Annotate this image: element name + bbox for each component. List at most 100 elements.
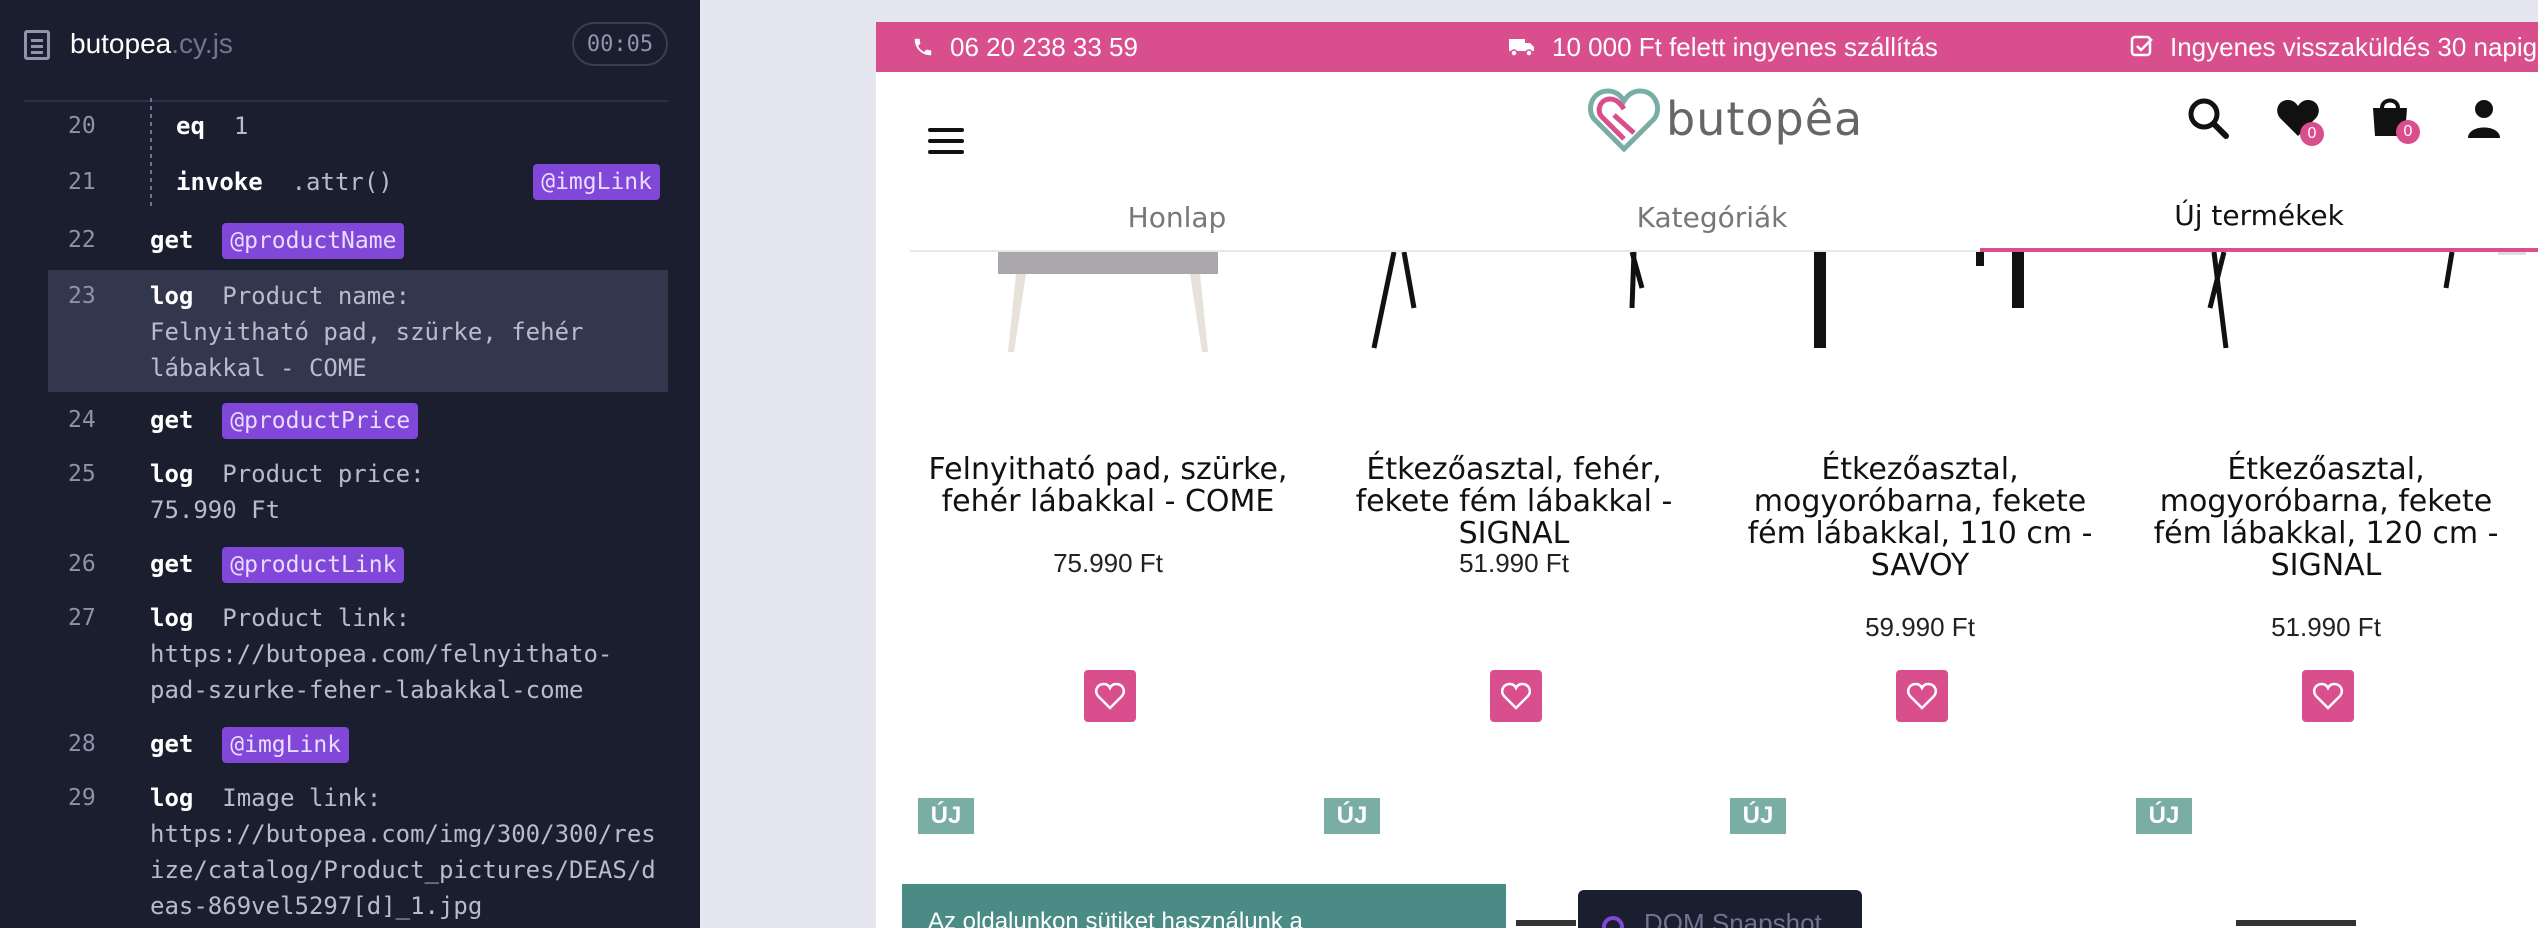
- command-name: get: [150, 226, 194, 254]
- product-title[interactable]: Felnyitható pad, szürke, fehér lábakkal …: [918, 454, 1298, 518]
- command-name: eq: [176, 112, 205, 140]
- nested-guide-line: [150, 154, 152, 210]
- product-title[interactable]: Étkezőasztal, mogyoróbarna, fekete fém l…: [2136, 454, 2516, 582]
- runner-header: butopea.cy.js 00:05: [0, 0, 700, 90]
- command-name: log: [150, 784, 194, 812]
- command-name: get: [150, 406, 194, 434]
- command-message: Product link: https://butopea.com/felnyi…: [150, 604, 613, 704]
- alias-badge: @imgLink: [533, 164, 660, 200]
- command-row[interactable]: 20 eq 1: [48, 98, 668, 154]
- command-row[interactable]: 27 log Product link: https://butopea.com…: [48, 600, 668, 708]
- heart-outline-icon: [1095, 682, 1125, 710]
- shipping-info: 10 000 Ft felett ingyenes szállítás: [1508, 22, 1938, 72]
- logo-heart-icon: [1588, 88, 1660, 153]
- truck-icon: [1509, 39, 1534, 57]
- command-row[interactable]: 22 get @productName: [48, 222, 668, 259]
- cart-button[interactable]: 0: [2370, 94, 2420, 148]
- spec-extension-text: .cy.js: [171, 28, 233, 59]
- add-to-wishlist-button[interactable]: [1490, 670, 1542, 722]
- cart-count-badge: 0: [2396, 120, 2420, 144]
- alias-badge: @productName: [222, 223, 405, 259]
- heart-outline-icon: [1501, 682, 1531, 710]
- command-name: get: [150, 730, 194, 758]
- command-message: 1: [233, 112, 249, 140]
- header-divider: [24, 100, 668, 102]
- command-number: 27: [68, 605, 96, 631]
- dom-snapshot-tooltip[interactable]: DOM Snapshot: [1578, 890, 1862, 928]
- phone-number-text: 06 20 238 33 59: [950, 31, 1138, 62]
- command-row[interactable]: 25 log Product price: 75.990 Ft: [48, 456, 668, 528]
- spec-name-text: butopea: [70, 28, 172, 59]
- product-title[interactable]: Étkezőasztal, mogyoróbarna, fekete fém l…: [1730, 454, 2110, 582]
- command-row[interactable]: 28 get @imgLink: [48, 726, 668, 763]
- command-row[interactable]: 29 log Image link: https://butopea.com/i…: [48, 780, 668, 924]
- product-price: 75.990 Ft: [1053, 548, 1163, 578]
- cookie-banner: Az oldalunkon sütiket használunk a: [902, 884, 1506, 928]
- nested-guide-line: [150, 98, 152, 154]
- file-icon: [24, 30, 50, 60]
- menu-icon[interactable]: [928, 128, 964, 154]
- phone-info[interactable]: 06 20 238 33 59: [912, 22, 1138, 72]
- alias-badge: @productPrice: [222, 403, 419, 439]
- website-viewport: 06 20 238 33 59 10 000 Ft felett ingyene…: [876, 22, 2538, 928]
- command-number: 23: [68, 283, 96, 309]
- site-logo[interactable]: butopêa: [1588, 84, 1878, 154]
- check-square-icon: [2130, 35, 2153, 57]
- search-icon[interactable]: [2186, 96, 2230, 140]
- product-edge: [1516, 920, 1576, 926]
- product-image: [2207, 252, 2526, 349]
- info-topbar: 06 20 238 33 59 10 000 Ft felett ingyene…: [876, 22, 2538, 72]
- command-row[interactable]: 21 invoke .attr() @imgLink: [48, 154, 668, 210]
- cookie-banner-text: Az oldalunkon sütiket használunk a: [928, 908, 1303, 928]
- alias-badge: @productLink: [222, 547, 405, 583]
- wishlist-count-badge: 0: [2300, 122, 2324, 146]
- command-name: invoke: [176, 168, 263, 196]
- phone-icon: [914, 38, 932, 56]
- product-image: [998, 252, 1218, 352]
- command-name: log: [150, 460, 194, 488]
- add-to-wishlist-button[interactable]: [2302, 670, 2354, 722]
- command-row-active[interactable]: 23 log Product name: Felnyitható pad, sz…: [48, 270, 668, 392]
- command-name: get: [150, 550, 194, 578]
- cypress-command-log-panel: butopea.cy.js 00:05 20 eq 1 21 invoke .a…: [0, 0, 700, 928]
- spec-file-name[interactable]: butopea.cy.js: [70, 28, 233, 60]
- command-number: 21: [68, 169, 96, 195]
- command-number: 20: [68, 113, 96, 139]
- returns-info: Ingyenes visszaküldés 30 napig: [2130, 22, 2537, 72]
- command-message: Product name: Felnyitható pad, szürke, f…: [150, 282, 584, 382]
- product-title[interactable]: Étkezőasztal, fehér, fekete fém lábakkal…: [1324, 454, 1704, 550]
- new-badge: ÚJ: [1730, 798, 1786, 834]
- command-message: Image link: https://butopea.com/img/300/…: [150, 784, 656, 920]
- new-badge: ÚJ: [2136, 798, 2192, 834]
- command-name: log: [150, 282, 194, 310]
- alias-badge: @imgLink: [222, 727, 350, 763]
- tab-home[interactable]: Honlap: [910, 182, 1444, 252]
- command-number: 22: [68, 227, 96, 253]
- main-nav: Honlap Kategóriák Új termékek: [910, 182, 2538, 252]
- product-image: [1814, 252, 2024, 348]
- product-price: 51.990 Ft: [1459, 548, 1569, 578]
- product-price: 51.990 Ft: [2271, 612, 2381, 642]
- add-to-wishlist-button[interactable]: [1896, 670, 1948, 722]
- command-row[interactable]: 24 get @productPrice: [48, 402, 668, 439]
- command-row[interactable]: 26 get @productLink: [48, 546, 668, 583]
- command-number: 26: [68, 551, 96, 577]
- tab-new-products[interactable]: Új termékek: [1980, 182, 2538, 252]
- add-to-wishlist-button[interactable]: [1084, 670, 1136, 722]
- heart-outline-icon: [2313, 682, 2343, 710]
- user-icon[interactable]: [2466, 98, 2502, 140]
- command-number: 29: [68, 785, 96, 811]
- new-badge: ÚJ: [1324, 798, 1380, 834]
- dom-snapshot-label: DOM Snapshot: [1644, 908, 1822, 928]
- command-number: 28: [68, 731, 96, 757]
- product-edge: [2236, 920, 2356, 926]
- returns-text: Ingyenes visszaküldés 30 napig: [2170, 31, 2538, 62]
- product-image: [1371, 252, 1645, 349]
- tab-categories[interactable]: Kategóriák: [1444, 182, 1980, 252]
- wishlist-button[interactable]: 0: [2276, 98, 2326, 148]
- command-number: 24: [68, 407, 96, 433]
- logo-text: butopêa: [1666, 92, 1864, 146]
- product-price: 59.990 Ft: [1865, 612, 1975, 642]
- snapshot-indicator-icon: [1602, 916, 1624, 928]
- command-number: 25: [68, 461, 96, 487]
